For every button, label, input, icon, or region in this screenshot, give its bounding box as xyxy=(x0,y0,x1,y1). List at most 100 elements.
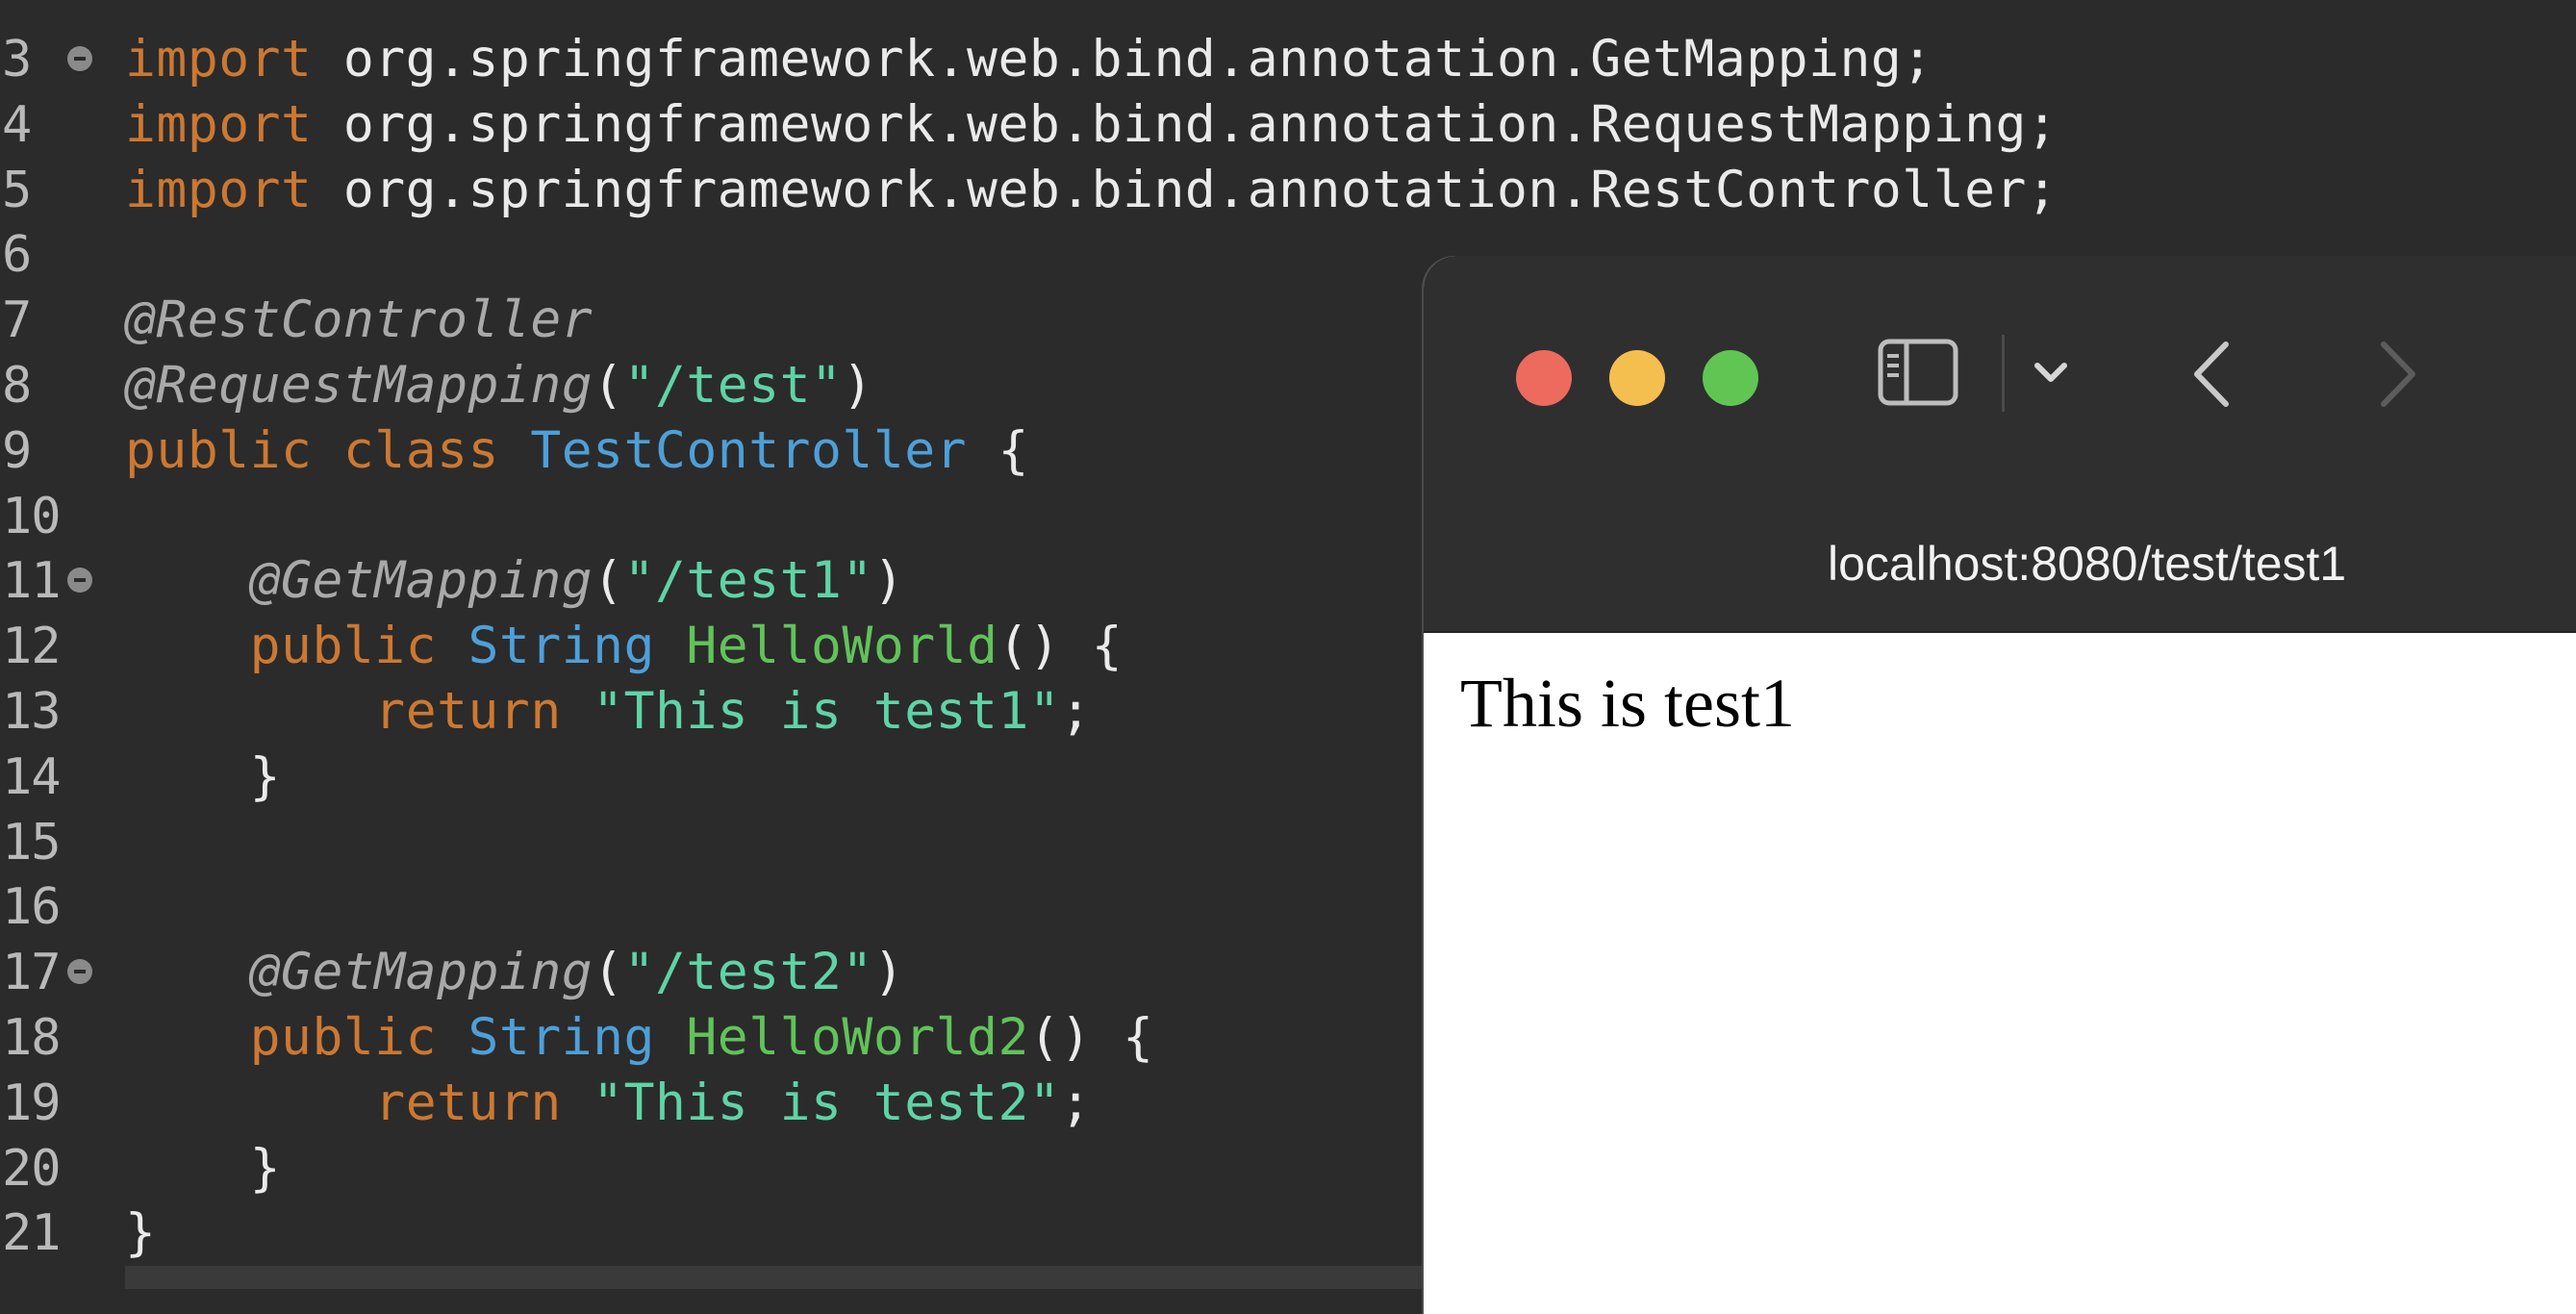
line-number: 13 xyxy=(2,683,62,741)
code-token: ( xyxy=(593,943,624,1002)
line-number: 11 xyxy=(2,552,62,611)
code-line[interactable]: 8 @RequestMapping("/test") xyxy=(0,353,1443,418)
code-line[interactable]: 14 } xyxy=(0,745,1443,810)
line-number: 21 xyxy=(2,1204,62,1263)
code-token: org.springframework.web.bind.annotation.… xyxy=(312,94,2058,154)
line-number: 7 xyxy=(2,291,32,350)
line-number: 17 xyxy=(2,944,62,1002)
window-close-button[interactable] xyxy=(1516,350,1572,406)
code-token: () { xyxy=(1028,1008,1154,1067)
line-number: 20 xyxy=(2,1139,62,1198)
window-maximize-button[interactable] xyxy=(1703,350,1758,406)
fold-toggle-icon[interactable] xyxy=(67,46,92,71)
web-page-content: This is test1 xyxy=(1424,633,2576,1314)
code-token: @GetMapping xyxy=(249,943,593,1002)
code-text: import org.springframework.web.bind.anno… xyxy=(125,92,2058,158)
line-number: 5 xyxy=(2,161,32,219)
code-token: return xyxy=(374,1073,562,1132)
line-number: 3 xyxy=(2,31,32,88)
browser-window[interactable]: localhost:8080/test/test1 This is test1 xyxy=(1424,256,2576,1314)
code-line[interactable]: 16 xyxy=(0,874,1443,940)
line-number: 8 xyxy=(2,357,32,415)
code-line[interactable]: 3 import org.springframework.web.bind.ann… xyxy=(0,27,1932,92)
code-token: @RestController xyxy=(125,291,593,350)
chevron-left-icon[interactable] xyxy=(2184,337,2241,412)
fold-toggle-icon[interactable] xyxy=(67,568,92,594)
code-token: "/test2" xyxy=(623,943,873,1002)
code-text: import org.springframework.web.bind.anno… xyxy=(125,158,2058,223)
code-text: } xyxy=(125,1200,156,1266)
code-token: org.springframework.web.bind.annotation.… xyxy=(312,30,1933,88)
code-token: import xyxy=(125,30,313,88)
code-line[interactable]: 9 public class TestController { xyxy=(0,418,1443,484)
code-token: public xyxy=(249,1008,438,1067)
code-line[interactable]: 15 xyxy=(0,810,1443,875)
code-line[interactable]: 4 import org.springframework.web.bind.ann… xyxy=(0,92,2058,158)
line-number: 12 xyxy=(2,618,62,676)
code-line[interactable]: 20 } xyxy=(0,1136,1443,1201)
code-line[interactable]: 12 public String HelloWorld() { xyxy=(0,614,1443,679)
code-token: TestController xyxy=(530,420,968,480)
code-line[interactable]: 10 xyxy=(0,484,1443,549)
code-token: HelloWorld xyxy=(686,617,998,676)
line-number: 9 xyxy=(2,421,32,480)
code-text: } xyxy=(125,745,281,810)
code-text: @GetMapping("/test1") xyxy=(125,548,904,614)
code-token: public xyxy=(125,420,313,480)
code-text: public String HelloWorld() { xyxy=(125,614,1123,679)
code-token: } xyxy=(125,1203,157,1263)
code-token: "This is test2" xyxy=(593,1073,1061,1132)
line-number: 14 xyxy=(2,747,62,806)
code-line[interactable]: 5 import org.springframework.web.bind.ann… xyxy=(0,158,2058,223)
address-bar-url[interactable]: localhost:8080/test/test1 xyxy=(1828,535,2576,593)
code-token: String xyxy=(467,617,655,676)
code-text: public class TestController { xyxy=(125,418,1029,484)
chevron-right-icon[interactable] xyxy=(2368,337,2426,412)
code-line[interactable]: 18 public String HelloWorld2() { xyxy=(0,1005,1443,1071)
code-token: org.springframework.web.bind.annotation.… xyxy=(312,160,2058,219)
code-text: } xyxy=(125,1136,281,1201)
code-token: "/test" xyxy=(623,356,843,415)
code-token: @RequestMapping xyxy=(125,356,593,415)
code-token: { xyxy=(967,420,1029,480)
code-token: } xyxy=(125,1138,282,1198)
code-text: import org.springframework.web.bind.anno… xyxy=(125,27,1933,92)
code-line[interactable]: 21} xyxy=(0,1200,1443,1266)
code-token: ; xyxy=(1060,682,1092,741)
browser-toolbar: localhost:8080/test/test1 xyxy=(1424,256,2576,633)
window-minimize-button[interactable] xyxy=(1609,350,1665,406)
code-line[interactable]: 7 @RestController xyxy=(0,288,1443,353)
code-token: @GetMapping xyxy=(249,551,593,611)
fold-toggle-icon[interactable] xyxy=(67,959,92,985)
code-line[interactable]: 19 return "This is test2"; xyxy=(0,1071,1443,1136)
code-token: HelloWorld2 xyxy=(686,1008,1029,1067)
page-body-text: This is test1 xyxy=(1460,665,1796,742)
code-line[interactable]: 13 return "This is test1"; xyxy=(0,679,1443,745)
editor-scrollbar-track[interactable] xyxy=(125,1266,1472,1289)
code-line[interactable]: 17 @GetMapping("/test2") xyxy=(0,940,1443,1005)
code-line[interactable]: 11 @GetMapping("/test1") xyxy=(0,548,1443,614)
line-number: 6 xyxy=(2,226,32,285)
line-number: 18 xyxy=(2,1009,62,1067)
code-token: "/test1" xyxy=(623,551,873,611)
toolbar-divider xyxy=(2002,335,2005,412)
code-text: @RestController xyxy=(125,288,593,353)
sidebar-icon[interactable] xyxy=(1878,339,1958,406)
code-line[interactable]: 6 xyxy=(0,222,1443,288)
code-token: public xyxy=(249,617,438,676)
chevron-down-icon[interactable] xyxy=(2030,352,2072,394)
code-token: () { xyxy=(998,617,1124,676)
code-text: public String HelloWorld2() { xyxy=(125,1005,1154,1071)
code-token: ; xyxy=(1060,1073,1092,1132)
